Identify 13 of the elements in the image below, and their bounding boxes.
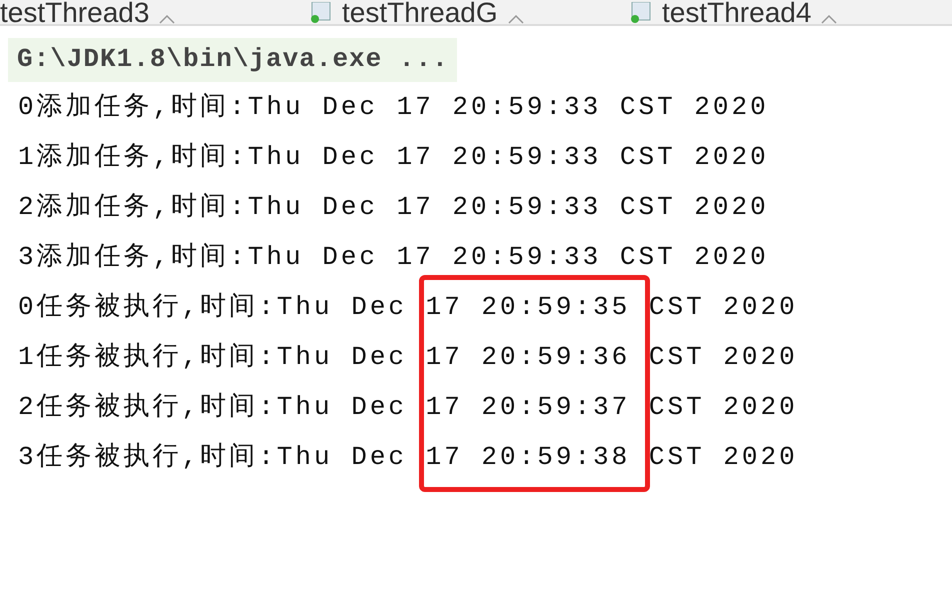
console-line: 1添加任务,时间:Thu Dec 17 20:59:33 CST 2020	[17, 141, 770, 174]
console-line: 0任务被执行,时间:Thu Dec 17 20:59:35 CST 2020	[17, 291, 799, 324]
tab[interactable]: testThreadG	[300, 0, 620, 24]
console-line: 2任务被执行,时间:Thu Dec 17 20:59:37 CST 2020	[17, 391, 799, 424]
console-line: 0添加任务,时间:Thu Dec 17 20:59:33 CST 2020	[17, 91, 770, 124]
console-line: 1任务被执行,时间:Thu Dec 17 20:59:36 CST 2020	[17, 341, 799, 374]
file-icon	[630, 2, 652, 24]
tab[interactable]: testThread4	[620, 0, 940, 24]
console-line: 3任务被执行,时间:Thu Dec 17 20:59:38 CST 2020	[17, 441, 799, 474]
tab[interactable]: testThread3	[0, 0, 300, 24]
file-icon	[310, 2, 332, 24]
console-line: 3添加任务,时间:Thu Dec 17 20:59:33 CST 2020	[17, 241, 770, 274]
console-line: 2添加任务,时间:Thu Dec 17 20:59:33 CST 2020	[17, 191, 770, 224]
